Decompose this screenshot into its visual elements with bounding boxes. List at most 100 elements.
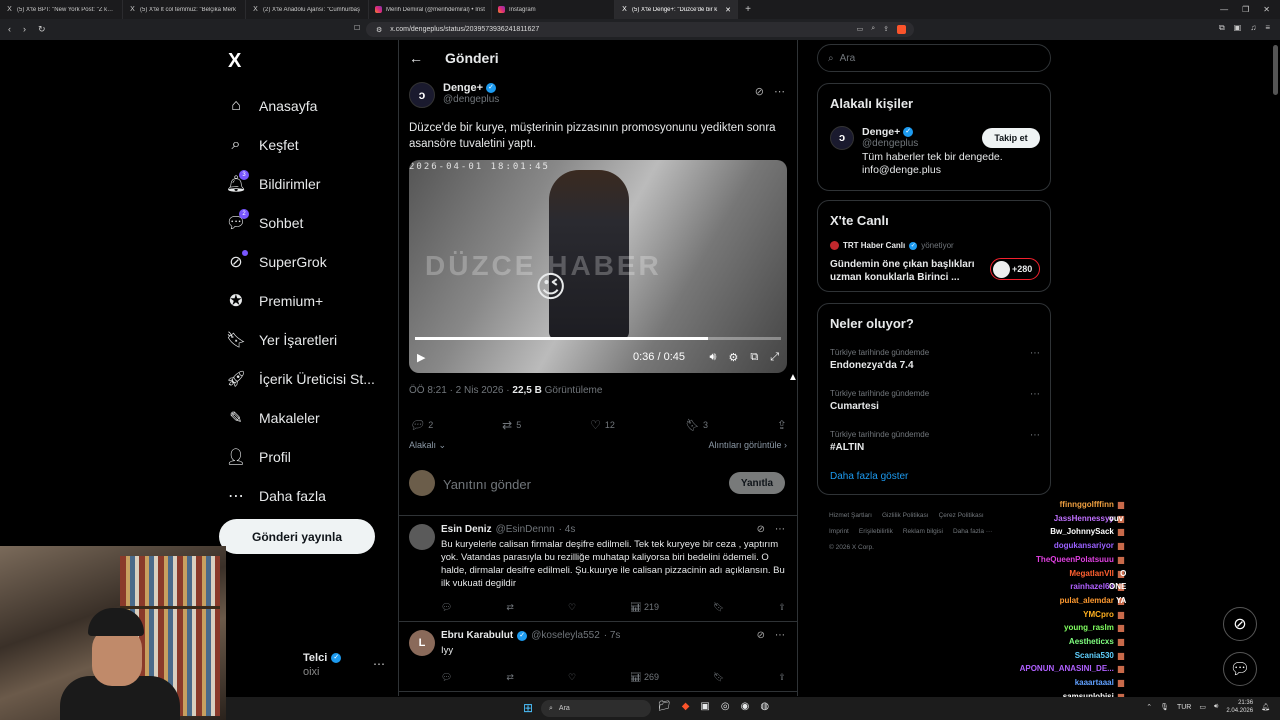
bookmark-action[interactable]: 🔖︎ 3: [684, 418, 708, 432]
share-icon[interactable]: ⇪: [778, 602, 786, 613]
obs-icon[interactable]: ◍: [760, 701, 769, 712]
volume-icon[interactable]: 🔊︎: [1214, 703, 1218, 711]
footer-link[interactable]: Gizlilik Politikası: [882, 512, 929, 519]
browser-tab[interactable]: X (5) X'te Denge+: "Düzce'de bir k ✕: [615, 0, 738, 19]
site-info-icon[interactable]: ⚙: [376, 26, 382, 34]
footer-link[interactable]: Çerez Politikası: [939, 512, 984, 519]
minimize-icon[interactable]: —: [1220, 5, 1228, 14]
views-action[interactable]: 📊︎ 269: [630, 672, 659, 683]
footer-link[interactable]: Erişilebilirlik: [859, 528, 893, 535]
pip-icon[interactable]: ⧉: [750, 351, 758, 364]
view-quotes-link[interactable]: Alıntıları görüntüle ›: [708, 440, 787, 451]
notification-icon[interactable]: 🔔︎: [1261, 703, 1270, 711]
browser-tab[interactable]: X (5) X'te lt col temmuz: "Belçika Merk: [123, 0, 246, 19]
sidebar-item-yer-i-şaretleri[interactable]: 🔖︎ Yer İşaretleri: [226, 320, 396, 359]
footer-link[interactable]: Reklam bilgisi: [903, 528, 943, 535]
fullscreen-icon[interactable]: ⤢: [770, 351, 779, 364]
more-options-icon[interactable]: ⋯: [1030, 348, 1040, 359]
post-button[interactable]: Gönderi yayınla: [219, 519, 375, 554]
more-options-icon[interactable]: ⋯: [1030, 389, 1040, 400]
related-name[interactable]: Denge+: [862, 126, 900, 138]
screen-icon[interactable]: ▭: [857, 25, 864, 34]
browser-tab[interactable]: X (5) X'te BPT: "New York Post: "Z kuşağ: [0, 0, 123, 19]
extensions-icon[interactable]: ⧉: [1219, 23, 1225, 33]
follow-button[interactable]: Takip et: [982, 128, 1040, 148]
mic-icon[interactable]: 🎙︎: [1160, 703, 1169, 711]
reload-icon[interactable]: ↻: [38, 24, 46, 35]
video-progress-bar[interactable]: [415, 337, 781, 340]
reply-input[interactable]: Yanıtını gönder: [443, 477, 531, 492]
sidebar-item-profil[interactable]: 👤︎ Profil: [226, 437, 396, 476]
author-handle[interactable]: @dengeplus: [443, 94, 499, 105]
back-icon[interactable]: ‹: [8, 24, 11, 35]
sidebar-item-premium-[interactable]: ✪ Premium+: [226, 281, 396, 320]
footer-link[interactable]: © 2026 X Corp.: [829, 544, 874, 551]
heart-icon[interactable]: ♡: [568, 602, 576, 613]
related-avatar[interactable]: ↄ: [830, 126, 854, 150]
more-options-icon[interactable]: ⋯: [774, 85, 785, 98]
author-name[interactable]: Denge+: [443, 82, 483, 94]
bookmark-icon[interactable]: 🔖︎: [713, 672, 724, 683]
bookmark-icon[interactable]: 🔖︎: [713, 602, 724, 613]
share-action[interactable]: ⇪: [777, 418, 787, 432]
settings-icon[interactable]: ⚙: [728, 351, 738, 364]
more-options-icon[interactable]: ⋯: [1030, 430, 1040, 441]
repost-icon[interactable]: ⇄: [506, 672, 514, 683]
user-avatar[interactable]: [409, 470, 435, 496]
discord-icon[interactable]: ◎: [721, 701, 730, 712]
sidebar-item-anasayfa[interactable]: ⌂ Anasayfa: [226, 86, 396, 125]
search-input[interactable]: ⌕ Ara: [817, 44, 1051, 72]
comment-handle[interactable]: @EsinDennn: [496, 524, 555, 535]
footer-link[interactable]: Imprint: [829, 528, 849, 535]
sidebar-item-keşfet[interactable]: ⌕ Keşfet: [226, 125, 396, 164]
sidebar-item-makaleler[interactable]: ✎ Makaleler: [226, 398, 396, 437]
comment[interactable]: L Ebru Karabulut ✓ @koseleyla552 · 7s ⊘ ⋯ Iyy 💬︎…: [399, 622, 797, 692]
menu-icon[interactable]: ≡: [1265, 23, 1270, 33]
like-action[interactable]: ♡ 12: [590, 418, 615, 432]
sidebar-item-bildirimler[interactable]: 🔔︎ 3 Bildirimler: [226, 164, 396, 203]
grok-icon[interactable]: ⊘: [755, 85, 764, 98]
browser-tab[interactable]: Merih Demiral (@merihdemiral) • Inst: [369, 0, 492, 19]
zoom-icon[interactable]: ⌕: [871, 25, 875, 34]
media-icon[interactable]: ♫: [1250, 23, 1256, 33]
heart-icon[interactable]: ♡: [568, 672, 576, 683]
taskbar-search[interactable]: ⌕ Ara: [541, 700, 651, 717]
browser-tab[interactable]: X (2) X'te Anadolu Ajansı: "Cumhurbaş: [246, 0, 369, 19]
network-icon[interactable]: ▭: [1199, 703, 1206, 711]
scrollbar[interactable]: [1273, 45, 1278, 95]
url-field[interactable]: ⚙ x.com/dengeplus/status/203957393624181…: [366, 22, 914, 37]
x-logo[interactable]: X: [228, 50, 241, 73]
live-listeners[interactable]: +280: [990, 258, 1040, 280]
account-switcher[interactable]: Telci ✓ oixi: [303, 652, 342, 678]
close-window-icon[interactable]: ✕: [1263, 5, 1270, 14]
grok-fab-icon[interactable]: ⊘: [1223, 607, 1257, 641]
new-tab-button[interactable]: +: [738, 4, 758, 15]
lang-indicator[interactable]: TUR: [1177, 704, 1191, 711]
volume-icon[interactable]: 🔊︎: [710, 351, 717, 364]
more-options-icon[interactable]: ⋯: [775, 630, 785, 641]
comment-author[interactable]: Ebru Karabulut: [441, 630, 513, 641]
account-more-icon[interactable]: ⋯: [373, 657, 385, 671]
repost-icon[interactable]: ⇄: [506, 602, 514, 613]
footer-link[interactable]: Hizmet Şartları: [829, 512, 872, 519]
video-player[interactable]: 2026-04-01 18:01:45 DÜZCE HABER 😉 ▶ 0:36…: [409, 160, 787, 373]
sidebar-item-i-çerik-üreticisi-st-[interactable]: 🚀︎ İçerik Üreticisi St...: [226, 359, 396, 398]
play-icon[interactable]: ▶: [417, 351, 425, 364]
post-author[interactable]: ↄ Denge+ ✓ @dengeplus: [409, 82, 499, 108]
repost-action[interactable]: ⇄ 5: [502, 418, 521, 432]
steam-icon[interactable]: ◉: [741, 701, 750, 712]
comment-handle[interactable]: @koseleyla552: [531, 630, 600, 641]
start-icon[interactable]: ⊞: [523, 701, 533, 715]
clock[interactable]: 21:36 2.04.2026: [1226, 699, 1253, 715]
reply-action[interactable]: 💬︎ 2: [409, 418, 433, 432]
comment[interactable]: Esin Deniz @EsinDennn · 4s ⊘ ⋯ Bu kuryelerle …: [399, 516, 797, 622]
reply-icon[interactable]: 💬︎: [441, 672, 452, 683]
brave-shield-icon[interactable]: [897, 25, 906, 34]
messages-fab-icon[interactable]: 💬︎: [1223, 652, 1257, 686]
share-icon[interactable]: ⇪: [778, 672, 786, 683]
sidebar-item-daha-fazla[interactable]: ⋯ Daha fazla: [226, 476, 396, 515]
grok-icon[interactable]: ⊘: [757, 630, 765, 641]
back-arrow-icon[interactable]: ←: [409, 50, 423, 66]
tray-expand-icon[interactable]: ⌃: [1146, 703, 1152, 711]
show-more-link[interactable]: Daha fazla göster: [830, 471, 908, 482]
